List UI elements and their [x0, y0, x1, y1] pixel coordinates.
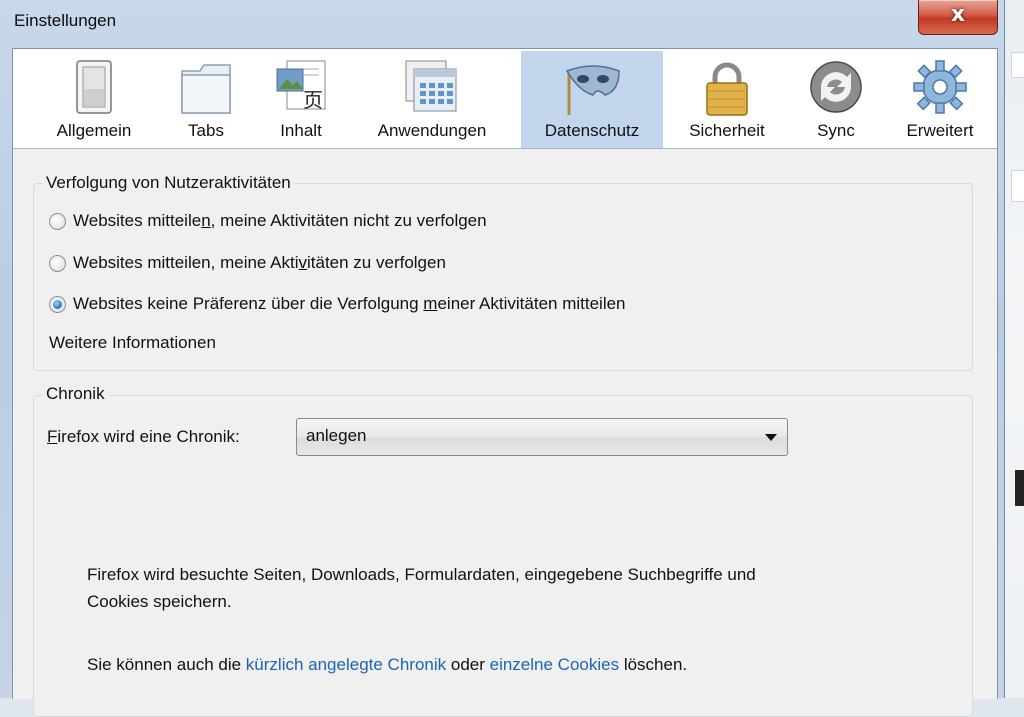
individual-cookies-link[interactable]: einzelne Cookies — [490, 655, 619, 674]
history-group-label: Chronik — [42, 384, 109, 404]
background-window-edge — [1004, 0, 1024, 698]
pane-button-sicherheit[interactable]: Sicherheit — [669, 51, 785, 148]
history-description-line2: Cookies speichern. — [87, 592, 232, 611]
select-value: anlegen — [306, 426, 367, 445]
switch-icon — [76, 60, 112, 114]
padlock-icon — [706, 62, 748, 116]
client-area: Allgemein Tabs 页 Inhalt Anwendungen Date… — [12, 48, 998, 717]
preferences-window: Einstellungen x Allgemein Tabs 页 Inhalt … — [0, 0, 1005, 717]
sync-arrows-icon — [810, 61, 862, 113]
pane-toolbar: Allgemein Tabs 页 Inhalt Anwendungen Date… — [13, 49, 997, 149]
title-bar[interactable]: Einstellungen x — [0, 0, 1004, 48]
background-dark-block — [1015, 470, 1024, 506]
close-button[interactable]: x — [918, 0, 998, 35]
radio-button-checked[interactable] — [49, 296, 66, 313]
pane-label: Sicherheit — [689, 121, 765, 140]
pane-button-datenschutz[interactable]: Datenschutz — [521, 51, 663, 148]
clear-history-text: Sie können auch die kürzlich angelegte C… — [87, 655, 688, 674]
background-strip — [1011, 170, 1024, 202]
window-title: Einstellungen — [14, 11, 117, 30]
pane-label: Anwendungen — [377, 121, 487, 140]
pane-label: Inhalt — [280, 121, 322, 140]
radio-button[interactable] — [49, 213, 66, 230]
history-mode-select[interactable]: anlegen — [296, 418, 788, 456]
history-description-line1: Firefox wird besuchte Seiten, Downloads,… — [87, 565, 756, 584]
close-icon: x — [950, 2, 966, 27]
pane-button-inhalt[interactable]: 页 Inhalt — [259, 51, 343, 148]
pane-button-allgemein[interactable]: Allgemein — [35, 51, 153, 148]
applications-window-icon — [405, 60, 457, 112]
radio-button[interactable] — [49, 255, 66, 272]
tabs-folder-icon — [181, 64, 231, 114]
pane-label: Allgemein — [56, 121, 132, 140]
tracking-group-label: Verfolgung von Nutzeraktivitäten — [42, 173, 295, 193]
pane-button-tabs[interactable]: Tabs — [163, 51, 249, 148]
radio-label: Websites mitteilen, meine Aktivitäten ni… — [73, 211, 487, 230]
radio-label: Websites mitteilen, meine Aktivitäten zu… — [73, 253, 446, 272]
pane-label: Sync — [817, 121, 855, 140]
gear-icon — [913, 60, 967, 114]
recent-history-link[interactable]: kürzlich angelegte Chronik — [246, 655, 446, 674]
more-info-link[interactable]: Weitere Informationen — [49, 333, 216, 353]
background-strip — [1011, 52, 1024, 78]
pane-button-erweitert[interactable]: Erweitert — [889, 51, 991, 148]
radio-label: Websites keine Präferenz über die Verfol… — [73, 294, 626, 313]
privacy-mask-icon — [565, 65, 620, 115]
pane-label: Datenschutz — [544, 121, 640, 140]
history-mode-label: Firefox wird eine Chronik: — [47, 427, 240, 446]
pane-button-sync[interactable]: Sync — [795, 51, 877, 148]
svg-text:页: 页 — [303, 88, 323, 112]
dropdown-arrow-icon[interactable] — [765, 434, 777, 441]
pane-label: Erweitert — [906, 121, 974, 140]
pane-label: Tabs — [188, 121, 224, 140]
pane-button-anwendungen[interactable]: Anwendungen — [355, 51, 509, 148]
content-page-icon: 页 — [276, 60, 326, 112]
